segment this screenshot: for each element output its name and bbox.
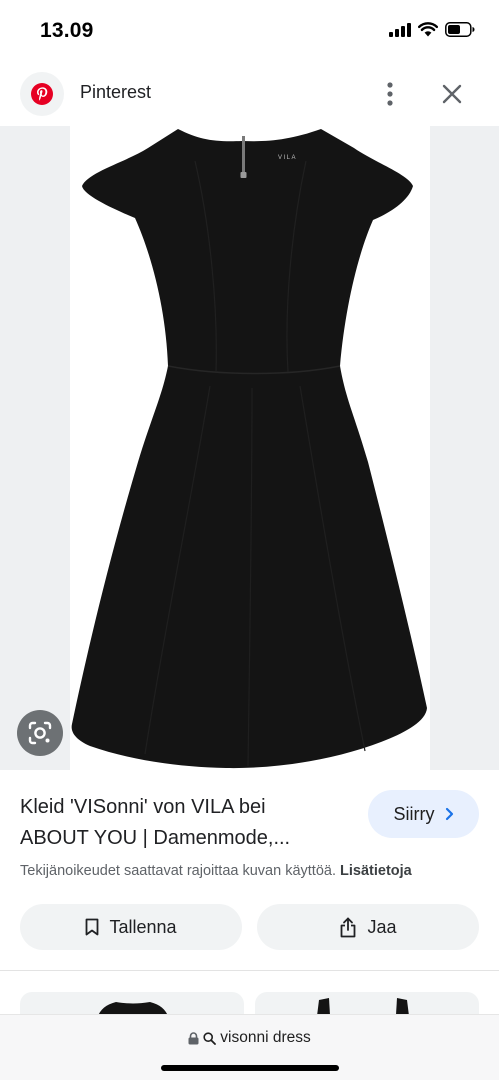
copyright-text: Tekijänoikeudet saattavat rajoittaa kuva… <box>20 863 336 879</box>
image-preview-area: VILA <box>0 126 499 770</box>
signal-icon <box>389 22 411 37</box>
result-title-line-2: ABOUT YOU | Damenmode,... <box>20 827 291 849</box>
lock-icon <box>188 1031 199 1044</box>
search-icon <box>203 1031 217 1045</box>
close-button[interactable] <box>436 78 468 110</box>
copyright-notice: Tekijänoikeudet saattavat rajoittaa kuva… <box>20 863 412 879</box>
save-label: Tallenna <box>109 916 177 937</box>
share-icon <box>341 917 356 937</box>
site-name[interactable]: Pinterest <box>80 82 151 103</box>
share-label: Jaa <box>367 916 397 937</box>
home-indicator <box>161 1065 339 1071</box>
wifi-icon <box>418 22 438 37</box>
save-button[interactable]: Tallenna <box>20 904 242 950</box>
share-button[interactable]: Jaa <box>257 904 479 950</box>
result-image[interactable]: VILA <box>70 126 430 770</box>
dress-image: VILA <box>71 129 427 769</box>
visit-label: Siirry <box>393 803 435 824</box>
address-text: visonni dress <box>220 1029 311 1046</box>
battery-icon <box>445 22 475 37</box>
dress-brand-label: VILA <box>278 155 297 161</box>
pinterest-logo-icon[interactable] <box>20 72 64 116</box>
status-icons <box>389 22 475 37</box>
section-divider <box>0 970 499 971</box>
result-title[interactable]: Kleid 'VISonni' von VILA bei ABOUT YOU |… <box>20 792 350 854</box>
close-icon <box>442 84 462 104</box>
address-bar[interactable]: visonni dress <box>0 1014 499 1080</box>
status-bar: 13.09 <box>0 0 499 62</box>
result-title-line-1: Kleid 'VISonni' von VILA bei <box>20 796 266 818</box>
more-options-button[interactable] <box>376 76 404 112</box>
more-vert-icon <box>387 82 393 106</box>
chevron-right-icon <box>445 807 453 821</box>
google-lens-icon <box>28 721 52 745</box>
visit-button[interactable]: Siirry <box>368 790 479 838</box>
status-time: 13.09 <box>40 19 94 42</box>
url-row[interactable]: visonni dress <box>0 1029 499 1047</box>
bookmark-icon <box>86 918 99 936</box>
source-header: Pinterest <box>0 62 499 126</box>
google-lens-button[interactable] <box>17 710 63 756</box>
more-info-link[interactable]: Lisätietoja <box>340 863 412 879</box>
